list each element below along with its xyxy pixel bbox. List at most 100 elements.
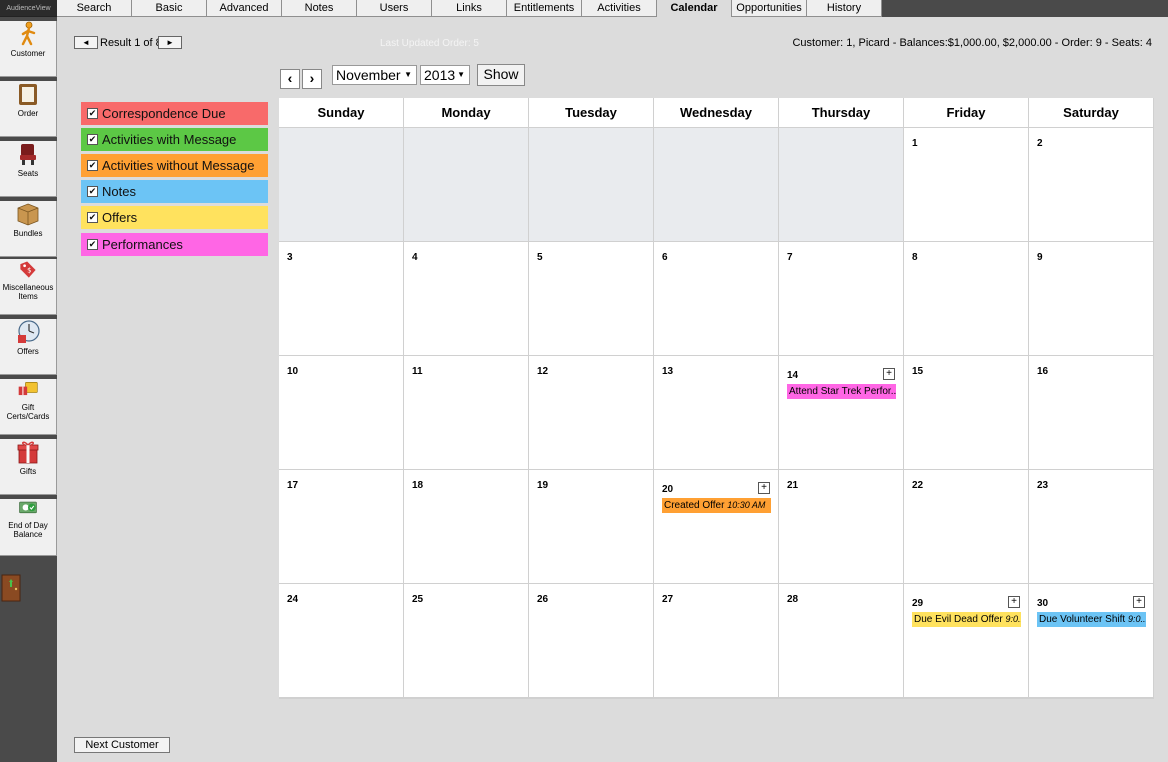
calendar-day-cell[interactable]: 12 <box>529 356 653 469</box>
add-event-button[interactable]: + <box>758 482 770 494</box>
calendar-day-cell[interactable]: 21 <box>779 470 903 583</box>
add-event-button[interactable]: + <box>883 368 895 380</box>
calendar-empty-cell <box>779 128 903 241</box>
calendar-day-cell[interactable]: 9 <box>1029 242 1153 355</box>
checkbox[interactable]: ✔ <box>87 186 98 197</box>
calendar-day-cell[interactable]: 20 + Created Offer 10:30 AM <box>654 470 778 583</box>
calendar-day-cell[interactable]: 2 <box>1029 128 1153 241</box>
next-month-button[interactable]: › <box>302 69 322 89</box>
sidebar-item-customer[interactable]: Customer <box>0 21 57 77</box>
legend-activities-without-message[interactable]: ✔ Activities without Message <box>81 154 268 177</box>
tab-entitlements[interactable]: Entitlements <box>507 0 582 17</box>
calendar-day-cell[interactable]: 6 <box>654 242 778 355</box>
calendar-day-cell[interactable]: 7 <box>779 242 903 355</box>
month-select[interactable]: November ▼ <box>332 65 417 85</box>
add-event-button[interactable]: + <box>1008 596 1020 608</box>
calendar-day-cell[interactable]: 19 <box>529 470 653 583</box>
sidebar-item-label: Seats <box>17 169 39 178</box>
checkbox[interactable]: ✔ <box>87 212 98 223</box>
checkbox[interactable]: ✔ <box>87 108 98 119</box>
sidebar-item-gift-cards[interactable]: Gift Certs/Cards <box>0 379 57 435</box>
tab-basic[interactable]: Basic <box>132 0 207 17</box>
calendar-day-cell[interactable]: 30 + Due Volunteer Shift 9:0... <box>1029 584 1153 697</box>
month-select-value: November <box>336 67 401 83</box>
calendar-day-cell[interactable]: 5 <box>529 242 653 355</box>
calendar-day-cell[interactable]: 11 <box>404 356 528 469</box>
day-number: 22 <box>912 480 924 491</box>
year-select[interactable]: 2013 ▼ <box>420 65 470 85</box>
tab-calendar[interactable]: Calendar <box>657 0 732 17</box>
previous-month-button[interactable]: ‹ <box>280 69 300 89</box>
calendar-day-cell[interactable]: 28 <box>779 584 903 697</box>
tab-search[interactable]: Search <box>57 0 132 17</box>
calendar-day-cell[interactable]: 26 <box>529 584 653 697</box>
calendar-day-cell[interactable]: 1 <box>904 128 1028 241</box>
day-number: 26 <box>537 594 549 605</box>
tab-users[interactable]: Users <box>357 0 432 17</box>
day-number: 25 <box>412 594 424 605</box>
calendar-event[interactable]: Attend Star Trek Perfor... <box>787 384 896 399</box>
legend-activities-with-message[interactable]: ✔ Activities with Message <box>81 128 268 151</box>
tab-links[interactable]: Links <box>432 0 507 17</box>
calendar-day-cell[interactable]: 10 <box>279 356 403 469</box>
weekday-header: Thursday <box>779 98 903 127</box>
legend-correspondence-due[interactable]: ✔ Correspondence Due <box>81 102 268 125</box>
tab-history[interactable]: History <box>807 0 882 17</box>
checkbox[interactable]: ✔ <box>87 160 98 171</box>
day-number: 21 <box>787 480 799 491</box>
order-icon <box>19 84 37 105</box>
tab-advanced[interactable]: Advanced <box>207 0 282 17</box>
seats-icon <box>20 144 36 165</box>
legend-offers[interactable]: ✔ Offers <box>81 206 268 229</box>
event-title: Created Offer <box>664 500 725 511</box>
gifts-icon <box>17 441 39 464</box>
tab-opportunities[interactable]: Opportunities <box>732 0 807 17</box>
legend-label: Activities without Message <box>102 158 255 173</box>
day-number: 5 <box>537 252 543 263</box>
sidebar-item-order[interactable]: Order <box>0 81 57 137</box>
calendar-day-cell[interactable]: 24 <box>279 584 403 697</box>
sidebar-item-gifts[interactable]: Gifts <box>0 439 57 495</box>
calendar-event[interactable]: Due Volunteer Shift 9:0... <box>1037 612 1146 627</box>
sidebar-item-offers[interactable]: Offers <box>0 319 57 375</box>
calendar-day-cell[interactable]: 3 <box>279 242 403 355</box>
calendar-day-cell[interactable]: 8 <box>904 242 1028 355</box>
calendar-day-cell[interactable]: 4 <box>404 242 528 355</box>
add-event-button[interactable]: + <box>1133 596 1145 608</box>
day-number: 19 <box>537 480 549 491</box>
next-customer-button[interactable]: Next Customer <box>74 737 170 753</box>
calendar-day-cell[interactable]: 29 + Due Evil Dead Offer 9:0... <box>904 584 1028 697</box>
calendar-day-cell[interactable]: 23 <box>1029 470 1153 583</box>
next-result-button[interactable]: ► <box>158 36 182 49</box>
calendar-day-cell[interactable]: 18 <box>404 470 528 583</box>
calendar-day-cell[interactable]: 13 <box>654 356 778 469</box>
event-time: 9:0... <box>1127 614 1146 624</box>
legend-notes[interactable]: ✔ Notes <box>81 180 268 203</box>
day-number: 27 <box>662 594 674 605</box>
calendar-day-cell[interactable]: 15 <box>904 356 1028 469</box>
tab-notes[interactable]: Notes <box>282 0 357 17</box>
sidebar-item-misc-items[interactable]: $ Miscellaneous Items <box>0 259 57 315</box>
sidebar-item-bundles[interactable]: Bundles <box>0 201 57 257</box>
day-number: 30 <box>1037 598 1049 609</box>
checkbox[interactable]: ✔ <box>87 239 98 250</box>
calendar-day-cell[interactable]: 14 + Attend Star Trek Perfor... <box>779 356 903 469</box>
calendar-day-cell[interactable]: 17 <box>279 470 403 583</box>
calendar-event[interactable]: Created Offer 10:30 AM <box>662 498 771 513</box>
calendar-day-cell[interactable]: 16 <box>1029 356 1153 469</box>
sidebar-item-label: Gift Certs/Cards <box>6 403 50 421</box>
calendar-day-cell[interactable]: 25 <box>404 584 528 697</box>
calendar-day-cell[interactable]: 27 <box>654 584 778 697</box>
legend-performances[interactable]: ✔ Performances <box>81 233 268 256</box>
calendar-day-cell[interactable]: 22 <box>904 470 1028 583</box>
sidebar-item-end-of-day[interactable]: End of Day Balance <box>0 499 57 556</box>
tab-activities[interactable]: Activities <box>582 0 657 17</box>
day-number: 3 <box>287 252 293 263</box>
sidebar-item-seats[interactable]: Seats <box>0 141 57 197</box>
day-number: 17 <box>287 480 299 491</box>
show-button[interactable]: Show <box>477 64 525 86</box>
exit-door-icon[interactable] <box>0 574 22 602</box>
previous-result-button[interactable]: ◄ <box>74 36 98 49</box>
checkbox[interactable]: ✔ <box>87 134 98 145</box>
calendar-event[interactable]: Due Evil Dead Offer 9:0... <box>912 612 1021 627</box>
